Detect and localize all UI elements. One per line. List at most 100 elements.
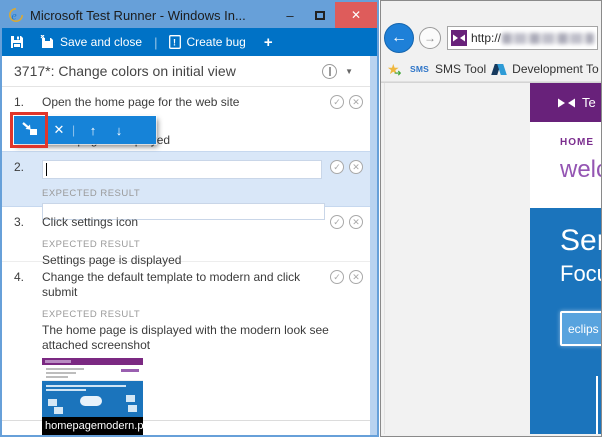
x-icon: ✕ [352,272,360,282]
expected-result-label: EXPECTED RESULT [42,188,141,199]
check-icon: ✓ [333,217,341,227]
visual-studio-logo-icon [558,96,575,110]
forward-icon: → [424,31,436,45]
plus-icon: + [263,33,273,51]
test-step-2: 2. ✓ ✕ EXPECTED RESULT [2,151,377,220]
expected-result-label: EXPECTED RESULT [42,239,141,250]
visual-studio-favicon [451,30,467,46]
forward-button[interactable]: → [419,27,441,49]
pass-step-button[interactable]: ✓ [330,270,344,284]
step-action-text[interactable]: Open the home page for the web site [42,95,330,110]
delete-step-button[interactable]: ✕ [46,122,72,138]
create-bug-button[interactable]: ! Create bug [161,28,253,56]
thumbnail-white-band [42,365,143,381]
close-icon: ✕ [350,8,362,22]
favorite-sms-tool[interactable]: SMS Tool [435,62,486,76]
scrollbar[interactable] [370,56,377,435]
svg-text:!: ! [173,38,176,48]
add-step-button[interactable]: + [254,34,283,51]
titlebar: e Microsoft Test Runner - Windows In... … [2,2,377,28]
maximize-icon [315,10,325,20]
step-action-input[interactable] [42,160,322,179]
arrow-up-icon: ↑ [89,122,97,138]
fail-step-button[interactable]: ✕ [349,215,363,229]
development-tool-favicon [491,63,507,76]
page-intro-section: HOME welc [530,122,601,208]
info-icon[interactable] [322,63,338,79]
save-and-close-button[interactable]: Save and close [32,28,150,56]
move-step-up-button[interactable]: ↑ [80,123,106,138]
check-icon: ✓ [333,272,341,282]
hero-subtitle: Focu [560,261,601,286]
browser-window: ← → http:// ★ ➜ SMS SMS Tool Development… [380,0,602,437]
attachment-filename: homepagemodern.png [42,417,156,435]
page-content-column: Te HOME welc Serv Focu eclips [530,83,601,434]
move-step-down-button[interactable]: ↓ [106,123,132,138]
favorite-development-tool[interactable]: Development To [512,62,599,76]
page-hero-section: Serv Focu eclips [530,208,601,434]
eclipse-button[interactable]: eclips [560,311,601,346]
step-number: 1. [14,95,25,109]
step-action-text[interactable]: Change the default template to modern an… [42,270,330,300]
step-action-text[interactable]: Click settings icon [42,215,330,230]
pass-step-button[interactable]: ✓ [330,160,344,174]
url-protocol: http:// [471,31,502,45]
attachment-thumbnail[interactable]: homepagemodern.png [42,358,156,435]
chevron-down-icon[interactable]: ▼ [345,67,353,76]
test-step-3: 3. Click settings icon ✓ ✕ EXPECTED RESU… [2,207,377,267]
back-icon: ← [391,29,407,46]
step-number: 2. [14,160,25,174]
step-number: 3. [14,215,25,229]
maximize-button[interactable] [305,2,335,28]
favorites-bar: ★ ➜ SMS SMS Tool Development To [381,57,601,82]
thumbnail-header-bar [42,358,143,365]
fail-step-button[interactable]: ✕ [349,160,363,174]
svg-text:e: e [11,8,17,22]
bug-page-icon: ! [169,35,182,49]
test-case-title: 3717*: Change colors on initial view [14,63,236,79]
test-step-1: 1. Open the home page for the web site ✓… [2,87,377,151]
welcome-heading: welc [560,156,601,183]
arrow-down-icon: ↓ [115,122,123,138]
cloud-icon [80,396,102,406]
address-bar[interactable]: http:// [447,26,598,50]
check-icon: ✓ [333,162,341,172]
pass-step-button[interactable]: ✓ [330,95,344,109]
fail-step-button[interactable]: ✕ [349,270,363,284]
delete-icon: ✕ [53,122,65,137]
add-favorite-button[interactable]: ★ ➜ [387,61,404,78]
toolbar: Save and close | ! Create bug + [2,28,377,56]
site-brand-text: Te [582,95,596,110]
step-number: 4. [14,270,25,284]
x-icon: ✕ [352,217,360,227]
save-and-close-icon [40,35,55,49]
site-header: Te [530,83,601,122]
minimize-button[interactable]: – [275,2,305,28]
window-title: Microsoft Test Runner - Windows In... [30,7,246,23]
pass-step-button[interactable]: ✓ [330,215,344,229]
web-page: Te HOME welc Serv Focu eclips [381,82,601,434]
fail-step-button[interactable]: ✕ [349,95,363,109]
nav-home-link[interactable]: HOME [560,137,601,148]
internet-explorer-icon: e [8,7,24,23]
text-caret [46,163,47,176]
hero-title: Serv [560,224,601,257]
toolbar-divider: | [72,123,76,137]
steps-list: 1. Open the home page for the web site ✓… [2,87,377,435]
save-button[interactable] [2,28,32,56]
close-button[interactable]: ✕ [335,2,377,28]
page-left-edge [384,83,385,434]
test-case-header: 3717*: Change colors on initial view ▼ [2,56,377,87]
url-blurred-text [502,32,594,44]
toolbar-divider: | [154,34,158,50]
expected-result-label: EXPECTED RESULT [42,309,141,320]
check-icon: ✓ [333,97,341,107]
back-button[interactable]: ← [384,23,414,53]
save-icon [10,35,24,49]
thumbnail-hero-image [42,381,143,417]
browser-navigation-bar: ← → http:// [381,19,601,57]
test-step-4: 4. Change the default template to modern… [2,262,377,435]
browser-titlebar [381,1,601,19]
expected-result-text: The home page is displayed with the mode… [42,323,329,352]
hero-divider-line [596,376,598,434]
